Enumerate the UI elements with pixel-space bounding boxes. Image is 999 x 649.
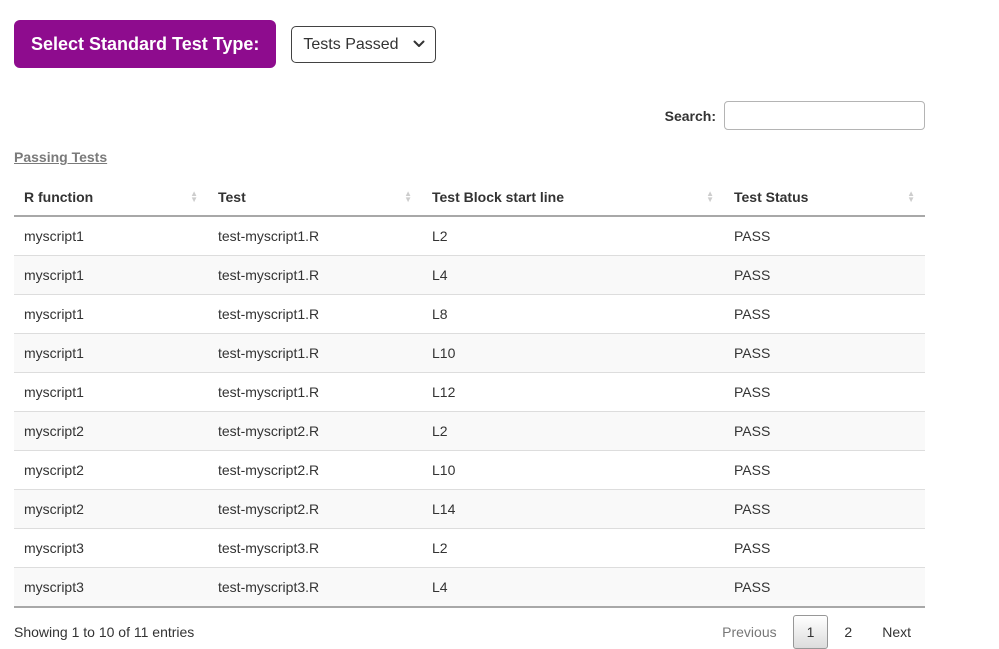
cell-r-function: myscript3 [14,529,208,568]
cell-r-function: myscript2 [14,451,208,490]
test-type-controls: Select Standard Test Type: Tests Passed [14,20,925,68]
table-row: myscript1 test-myscript1.R L2 PASS [14,216,925,256]
table-row: myscript1 test-myscript1.R L12 PASS [14,373,925,412]
table-row: myscript1 test-myscript1.R L10 PASS [14,334,925,373]
cell-r-function: myscript1 [14,295,208,334]
cell-test-status: PASS [724,256,925,295]
cell-test: test-myscript2.R [208,412,422,451]
cell-test: test-myscript3.R [208,568,422,608]
cell-test: test-myscript1.R [208,295,422,334]
column-header-label: Test [218,189,246,205]
search-label: Search: [665,108,716,124]
cell-test: test-myscript2.R [208,451,422,490]
column-header-test-block-start-line[interactable]: Test Block start line ▲▼ [422,179,724,216]
column-header-test[interactable]: Test ▲▼ [208,179,422,216]
cell-test-status: PASS [724,568,925,608]
tests-table: R function ▲▼ Test ▲▼ Test Block start l… [14,179,925,608]
column-header-label: Test Status [734,189,808,205]
test-type-select[interactable]: Tests Passed [291,26,436,63]
sort-icon: ▲▼ [190,191,198,203]
test-type-select-wrap: Tests Passed [291,26,436,63]
table-row: myscript2 test-myscript2.R L10 PASS [14,451,925,490]
cell-test-block-start-line: L2 [422,412,724,451]
cell-test-block-start-line: L12 [422,373,724,412]
cell-test-status: PASS [724,490,925,529]
pagination-page-2-button[interactable]: 2 [830,615,866,649]
cell-test-status: PASS [724,412,925,451]
table-footer: Showing 1 to 10 of 11 entries Previous 1… [14,615,925,649]
table-row: myscript1 test-myscript1.R L8 PASS [14,295,925,334]
cell-test: test-myscript2.R [208,490,422,529]
cell-test-block-start-line: L8 [422,295,724,334]
cell-test-status: PASS [724,216,925,256]
cell-test-block-start-line: L10 [422,451,724,490]
pagination-page-1-button[interactable]: 1 [793,615,829,649]
table-row: myscript1 test-myscript1.R L4 PASS [14,256,925,295]
table-body: myscript1 test-myscript1.R L2 PASS myscr… [14,216,925,607]
cell-test-status: PASS [724,334,925,373]
table-header-row: R function ▲▼ Test ▲▼ Test Block start l… [14,179,925,216]
cell-r-function: myscript1 [14,334,208,373]
search-input[interactable] [724,101,925,130]
table-row: myscript2 test-myscript2.R L2 PASS [14,412,925,451]
pagination: Previous 1 2 Next [706,615,925,649]
cell-test-block-start-line: L2 [422,216,724,256]
cell-test: test-myscript1.R [208,334,422,373]
table-info: Showing 1 to 10 of 11 entries [14,624,194,640]
passing-tests-link[interactable]: Passing Tests [14,149,107,165]
column-header-r-function[interactable]: R function ▲▼ [14,179,208,216]
cell-r-function: myscript2 [14,490,208,529]
cell-test: test-myscript1.R [208,256,422,295]
cell-r-function: myscript1 [14,256,208,295]
page-container: Select Standard Test Type: Tests Passed … [14,20,925,649]
cell-test: test-myscript1.R [208,216,422,256]
table-row: myscript2 test-myscript2.R L14 PASS [14,490,925,529]
cell-r-function: myscript3 [14,568,208,608]
cell-test-block-start-line: L10 [422,334,724,373]
sort-icon: ▲▼ [404,191,412,203]
cell-r-function: myscript2 [14,412,208,451]
sort-icon: ▲▼ [706,191,714,203]
cell-test: test-myscript3.R [208,529,422,568]
cell-test-block-start-line: L14 [422,490,724,529]
cell-test-status: PASS [724,295,925,334]
cell-test-status: PASS [724,451,925,490]
cell-test: test-myscript1.R [208,373,422,412]
cell-r-function: myscript1 [14,216,208,256]
pagination-next-button[interactable]: Next [868,615,925,649]
cell-test-block-start-line: L4 [422,568,724,608]
table-row: myscript3 test-myscript3.R L2 PASS [14,529,925,568]
column-header-label: R function [24,189,93,205]
pagination-previous-button[interactable]: Previous [708,615,790,649]
table-header: R function ▲▼ Test ▲▼ Test Block start l… [14,179,925,216]
column-header-label: Test Block start line [432,189,564,205]
cell-test-status: PASS [724,373,925,412]
search-bar: Search: [14,101,925,130]
cell-test-block-start-line: L4 [422,256,724,295]
test-type-label: Select Standard Test Type: [14,20,276,68]
column-header-test-status[interactable]: Test Status ▲▼ [724,179,925,216]
table-row: myscript3 test-myscript3.R L4 PASS [14,568,925,608]
cell-test-block-start-line: L2 [422,529,724,568]
cell-r-function: myscript1 [14,373,208,412]
cell-test-status: PASS [724,529,925,568]
sort-icon: ▲▼ [907,191,915,203]
